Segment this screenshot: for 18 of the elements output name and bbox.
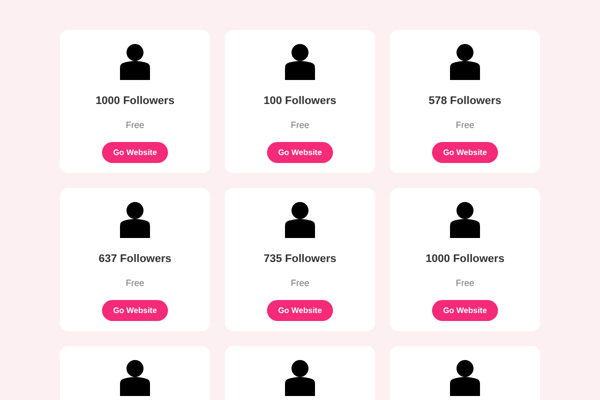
price-label: Free xyxy=(290,276,310,290)
price-label: Free xyxy=(290,118,310,132)
price-label: Free xyxy=(456,276,474,290)
go-website-button[interactable]: Go Website xyxy=(102,300,168,321)
followers-count: 100 Followers xyxy=(264,94,336,109)
price-label: Free xyxy=(126,118,144,132)
price-label: Free xyxy=(456,118,474,132)
go-website-button[interactable]: Go Website xyxy=(102,142,168,163)
go-website-button[interactable]: Go Website xyxy=(432,142,498,163)
price-label: Free xyxy=(126,276,144,290)
go-website-button[interactable]: Go Website xyxy=(267,300,333,321)
followers-count: 1000 Followers xyxy=(426,252,504,267)
followers-count: 578 Followers xyxy=(428,94,502,109)
followers-count: 735 Followers xyxy=(264,252,336,267)
go-website-button[interactable]: Go Website xyxy=(432,300,498,321)
followers-count: 637 Followers xyxy=(98,252,172,267)
followers-count: 1000 Followers xyxy=(96,94,174,109)
go-website-button[interactable]: Go Website xyxy=(267,142,333,163)
